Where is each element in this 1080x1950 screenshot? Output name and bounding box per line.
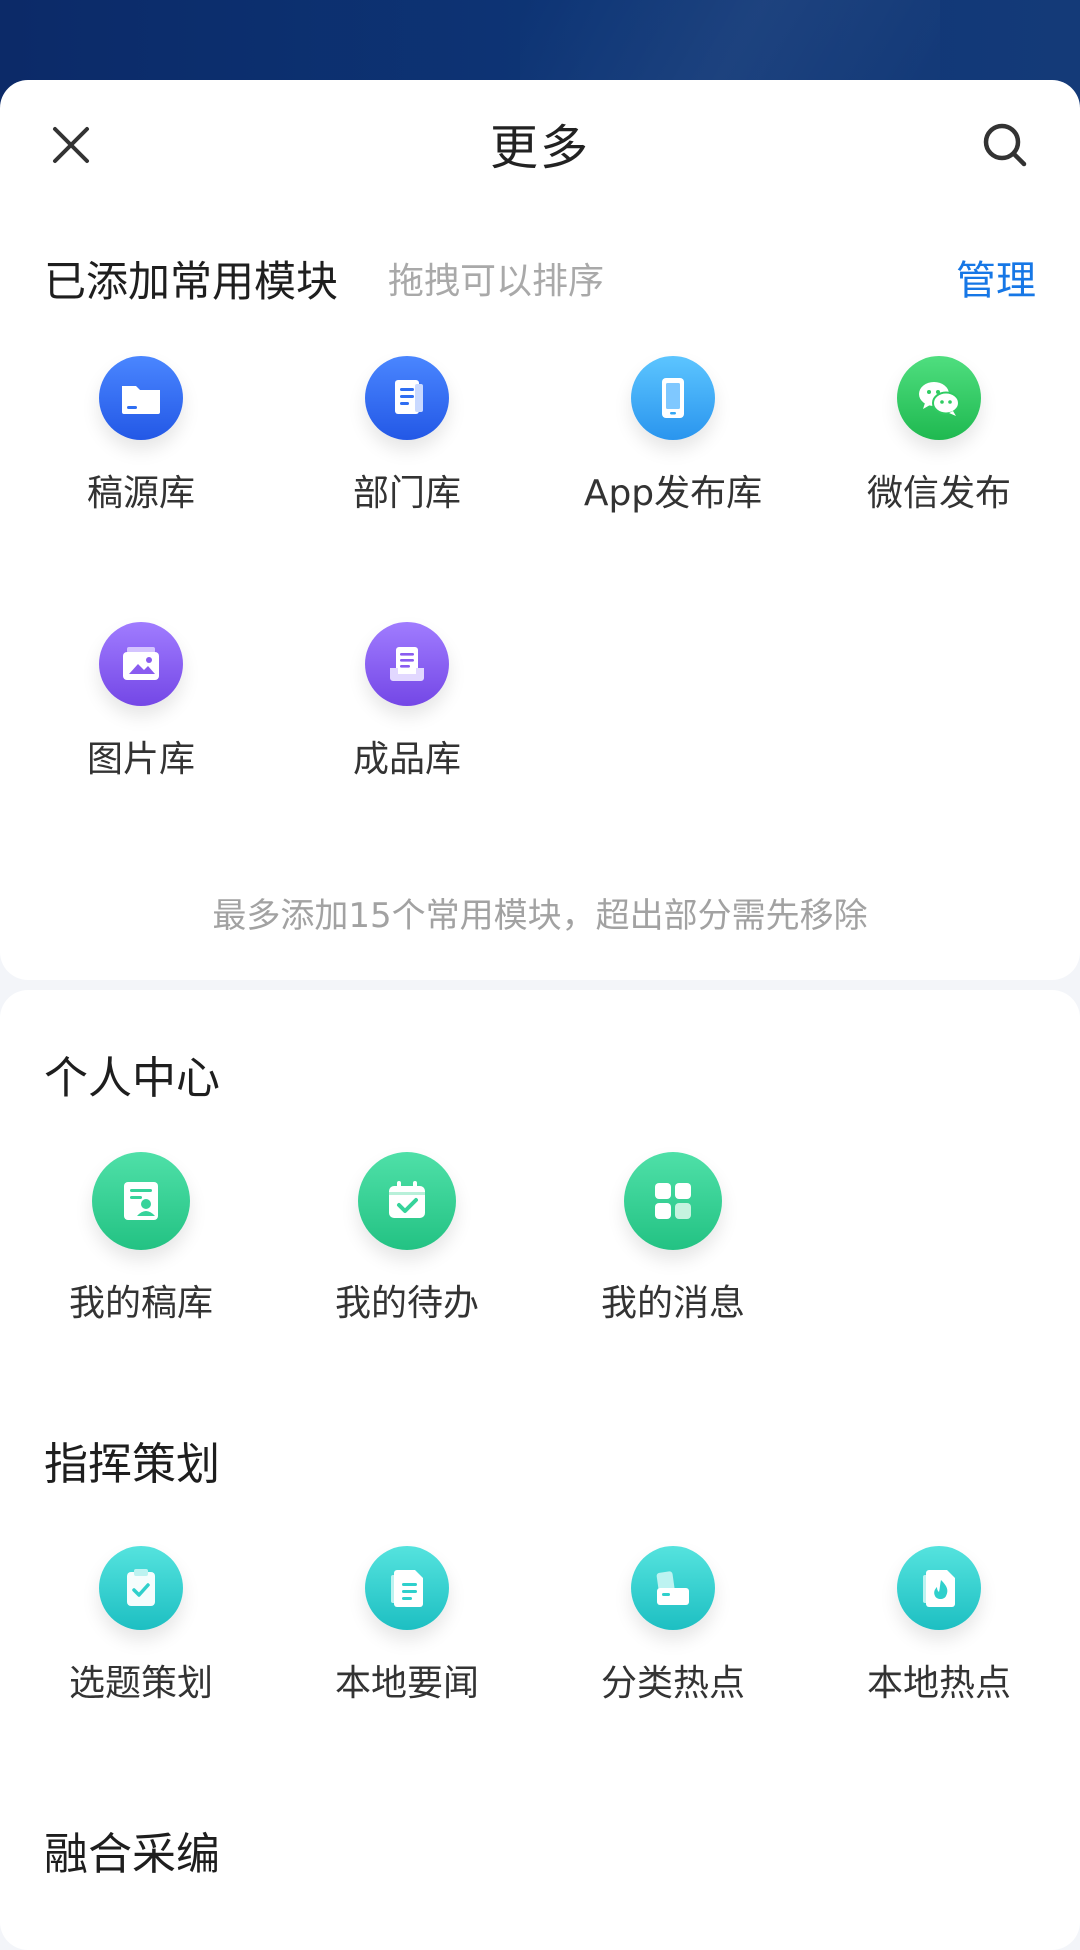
image-icon xyxy=(123,647,159,680)
command-item-local-hotspots[interactable]: 本地热点 xyxy=(806,1546,1072,1706)
module-icon-bg xyxy=(897,356,981,440)
module-limit-note: 最多添加15个常用模块，超出部分需先移除 xyxy=(212,896,868,936)
command-planning-title: 指挥策划 xyxy=(44,1439,220,1490)
module-icon-bg xyxy=(631,356,715,440)
added-modules-title: 已添加常用模块 xyxy=(44,257,339,306)
module-icon-bg xyxy=(897,1546,981,1630)
folder-icon xyxy=(122,386,160,414)
module-item-app-publish-library[interactable]: App发布库 xyxy=(540,356,806,516)
fire-file-icon xyxy=(923,1570,955,1607)
module-item-image-library[interactable]: 图片库 xyxy=(8,622,274,782)
phone-icon xyxy=(662,378,684,418)
document-icon xyxy=(395,380,423,414)
module-icon-bg xyxy=(99,622,183,706)
module-icon-bg xyxy=(99,356,183,440)
news-icon xyxy=(391,1570,423,1607)
module-label: 本地要闻 xyxy=(334,1663,479,1704)
module-label: 稿源库 xyxy=(86,473,195,514)
personal-item-my-drafts[interactable]: 我的稿库 xyxy=(8,1152,274,1326)
profile-card-icon xyxy=(124,1182,158,1220)
module-label: 图片库 xyxy=(86,739,195,780)
clipboard-check-icon xyxy=(127,1569,155,1606)
module-label: 本地热点 xyxy=(866,1663,1011,1704)
module-label: 我的待办 xyxy=(334,1283,479,1324)
archive-icon xyxy=(390,647,424,681)
command-item-local-news[interactable]: 本地要闻 xyxy=(274,1546,540,1706)
personal-center-title: 个人中心 xyxy=(44,1053,220,1104)
module-icon-bg xyxy=(358,1152,456,1250)
module-label: 部门库 xyxy=(352,473,461,514)
module-icon-bg xyxy=(631,1546,715,1630)
page-title: 更多 xyxy=(489,120,590,176)
module-label: 选题策划 xyxy=(68,1663,213,1704)
module-item-finished-library[interactable]: 成品库 xyxy=(274,622,540,782)
module-icon-bg xyxy=(365,622,449,706)
fusion-editing-title: 融合采编 xyxy=(44,1829,220,1880)
calendar-check-icon xyxy=(389,1181,425,1218)
manage-button[interactable]: 管理 xyxy=(956,248,1036,306)
module-icon-bg xyxy=(365,1546,449,1630)
module-label: 我的稿库 xyxy=(68,1283,213,1324)
wechat-icon xyxy=(919,382,960,416)
personal-item-my-todo[interactable]: 我的待办 xyxy=(274,1152,540,1326)
module-label: 成品库 xyxy=(352,739,461,780)
module-item-source-library[interactable]: 稿源库 xyxy=(8,356,274,516)
drag-sort-hint: 拖拽可以排序 xyxy=(388,261,605,302)
module-label: 微信发布 xyxy=(866,473,1011,514)
command-item-topic-planning[interactable]: 选题策划 xyxy=(8,1546,274,1706)
module-icon-bg xyxy=(624,1152,722,1250)
module-icon-bg xyxy=(365,356,449,440)
search-icon xyxy=(983,123,1027,167)
module-item-wechat-publish[interactable]: 微信发布 xyxy=(806,356,1072,516)
added-modules-card xyxy=(0,80,1080,980)
command-item-category-hotspots[interactable]: 分类热点 xyxy=(540,1546,806,1706)
search-button[interactable] xyxy=(970,110,1040,180)
cards-icon xyxy=(656,1571,689,1605)
module-icon-bg xyxy=(99,1546,183,1630)
module-item-department-library[interactable]: 部门库 xyxy=(274,356,540,516)
personal-item-my-messages[interactable]: 我的消息 xyxy=(540,1152,806,1326)
module-label: 分类热点 xyxy=(600,1663,745,1704)
module-label: App发布库 xyxy=(583,473,763,514)
grid-icon xyxy=(655,1183,691,1219)
module-label: 我的消息 xyxy=(600,1283,745,1324)
module-icon-bg xyxy=(92,1152,190,1250)
